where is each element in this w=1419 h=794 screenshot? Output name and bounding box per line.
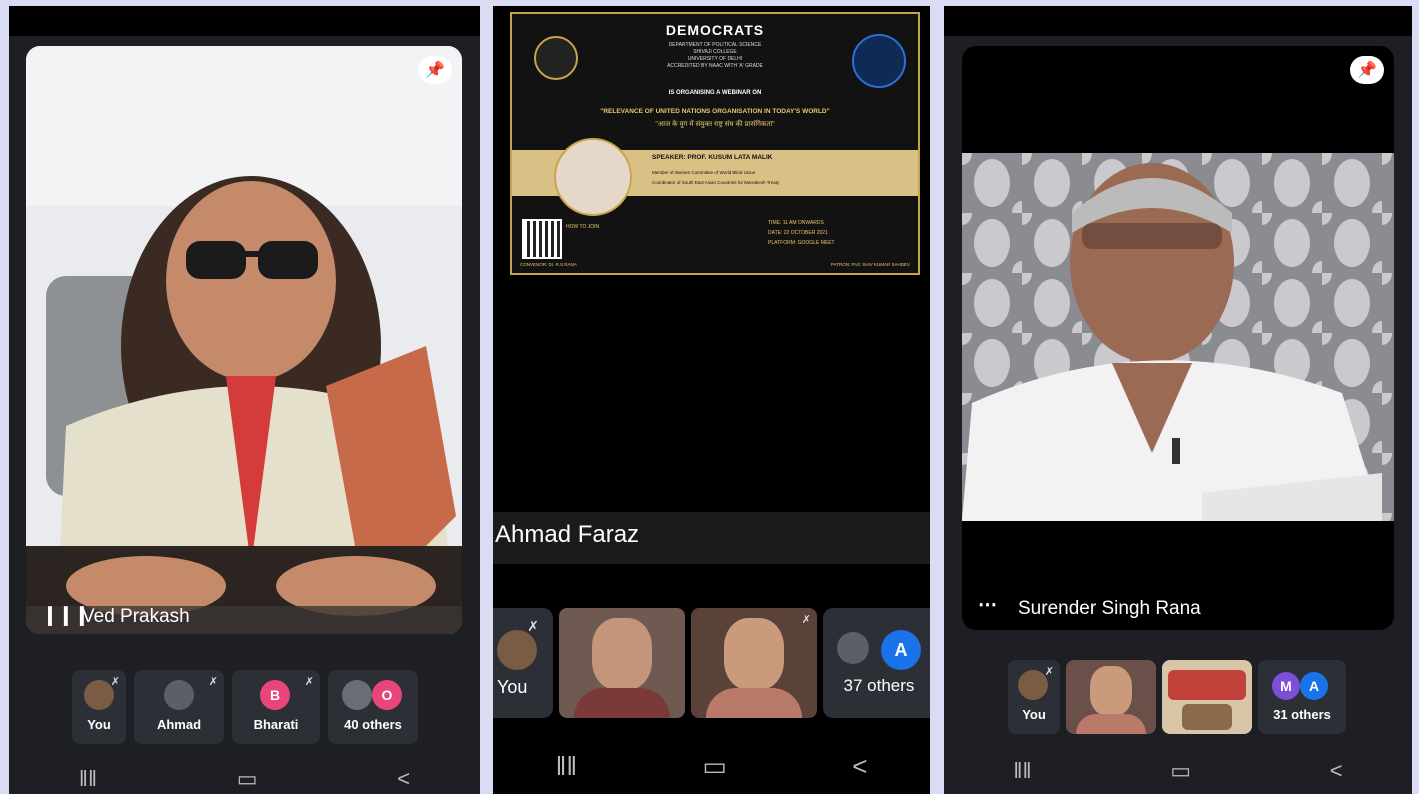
mic-off-icon: ✗: [527, 618, 539, 634]
participant-label: You: [1022, 707, 1046, 722]
mic-off-icon: ✗: [1044, 666, 1054, 678]
system-nav-bar: ‖‖ ▭ <: [944, 758, 1412, 784]
home-icon[interactable]: ▭: [237, 766, 258, 792]
poster-time: TIME: 11 AM ONWARDS: [768, 220, 824, 226]
mic-off-icon: ✗: [304, 676, 314, 688]
speaker-name: Ved Prakash: [82, 606, 190, 627]
system-nav-bar: ‖‖ ▭ <: [9, 766, 480, 792]
avatar: [342, 680, 372, 710]
system-nav-bar: ‖‖ ▭ <: [493, 751, 930, 782]
recents-icon[interactable]: ‖‖: [556, 751, 577, 782]
video-content: [1182, 704, 1232, 730]
avatar-initial: O: [372, 680, 402, 710]
poster-org-line: SHIVAJI COLLEGE: [693, 49, 737, 55]
back-icon[interactable]: <: [852, 751, 867, 782]
avatar: [164, 680, 194, 710]
status-bar: [944, 6, 1412, 36]
back-icon[interactable]: <: [1330, 758, 1343, 784]
poster-title: DEMOCRATS: [665, 22, 765, 38]
poster-date: DATE: 22 OCTOBER 2021: [768, 230, 828, 236]
speaker-video-tile[interactable]: 📌 ⋯ Surender Singh Rana: [962, 46, 1394, 630]
participant-label: 31 others: [1273, 707, 1331, 722]
participant-face: [1090, 666, 1132, 716]
poster-speaker-point: Member of Women Committee of World Blind…: [652, 170, 756, 175]
mic-off-icon: ✗: [110, 676, 120, 688]
participant-face: [724, 618, 784, 690]
poster-patron: PATRON: Prof. SHIV KUMAR SAHDEV: [830, 262, 910, 267]
participant-video-tile[interactable]: [1162, 660, 1252, 734]
avatar: [1018, 670, 1048, 700]
home-icon[interactable]: ▭: [1170, 758, 1191, 784]
avatar-initial: A: [1300, 672, 1328, 700]
participant-video-tile[interactable]: [559, 608, 685, 718]
poster-org-line: DEPARTMENT OF POLITICAL SCIENCE: [668, 42, 762, 48]
participant-strip: ✗ You M A 31 others: [1008, 660, 1346, 734]
participant-body: [1076, 714, 1146, 734]
participant-tile-others[interactable]: O 40 others: [328, 670, 418, 744]
phone-screen-3: 📌 ⋯ Surender Singh Rana ✗ You M A 31 oth…: [944, 6, 1412, 794]
back-icon[interactable]: <: [397, 766, 410, 792]
poster-topic-hindi: "आज के युग में संयुक्त राष्ट्र संघ की प्…: [655, 121, 775, 128]
avatar: [837, 632, 869, 664]
participant-face: [592, 618, 652, 690]
poster-convenor: CONVENOR: Dr. R.S.RANA: [520, 262, 577, 267]
participant-strip: ✗ You ✗ Ahmad B ✗ Bharati O 40 others: [72, 670, 418, 744]
poster-organising: IS ORGANISING A WEBINAR ON: [668, 90, 762, 96]
pin-icon[interactable]: 📌: [1350, 56, 1384, 84]
video-content: [1168, 670, 1246, 700]
speaker-photo: [554, 138, 632, 216]
home-icon[interactable]: ▭: [702, 751, 727, 782]
participant-strip: ✗ You ✗ A 37 others: [493, 608, 930, 718]
participant-tile-you[interactable]: ✗ You: [1008, 660, 1060, 734]
participant-tile-bharati[interactable]: B ✗ Bharati: [232, 670, 320, 744]
avatar-initial: A: [881, 630, 921, 670]
poster-join: HOW TO JOIN: [566, 224, 600, 230]
mic-off-icon: ✗: [801, 614, 811, 626]
participant-tile-you[interactable]: ✗ You: [72, 670, 126, 744]
participant-label: 37 others: [843, 676, 915, 695]
qr-code: [522, 219, 562, 259]
participant-video-tile[interactable]: ✗: [691, 608, 817, 718]
speaker-video: [26, 46, 462, 634]
participant-tile-others[interactable]: M A 31 others: [1258, 660, 1346, 734]
participant-label: Bharati: [253, 717, 299, 732]
speaker-name: Surender Singh Rana: [1018, 598, 1201, 619]
poster-speaker-point: Coordinator of South East Asian Countrie…: [652, 180, 780, 185]
presenter-name: Ahmad Faraz: [495, 521, 640, 548]
speaker-video-tile[interactable]: 📌 ❙❙❙ Ved Prakash: [26, 46, 462, 634]
poster-org-line: ACCREDITED BY NAAC WITH 'A' GRADE: [667, 63, 763, 69]
participant-tile-others[interactable]: A 37 others: [823, 608, 930, 718]
poster-topic: "RELEVANCE OF UNITED NATIONS ORGANISATIO…: [600, 108, 830, 115]
avatar-initial: M: [1272, 672, 1300, 700]
speaker-video: [962, 153, 1394, 521]
recents-icon[interactable]: ‖‖: [79, 766, 97, 792]
participant-video-tile[interactable]: [1066, 660, 1156, 734]
participant-label: You: [497, 677, 528, 697]
avatar-initial: B: [260, 680, 290, 710]
more-dots-icon[interactable]: ⋯: [978, 594, 997, 617]
participant-label: You: [87, 717, 111, 732]
participant-tile-you[interactable]: ✗ You: [493, 608, 553, 718]
recents-icon[interactable]: ‖‖: [1013, 758, 1031, 784]
pin-icon[interactable]: 📌: [418, 56, 452, 84]
phone-screen-2: DEMOCRATS DEPARTMENT OF POLITICAL SCIENC…: [493, 6, 930, 794]
participant-tile-ahmad[interactable]: ✗ Ahmad: [134, 670, 224, 744]
poster-platform: PLATFORM: GOOGLE MEET: [768, 240, 835, 246]
poster-speaker: SPEAKER: PROF. KUSUM LATA MALIK: [652, 154, 773, 161]
shared-screen-poster: DEMOCRATS DEPARTMENT OF POLITICAL SCIENC…: [510, 12, 920, 275]
participant-label: 40 others: [344, 717, 402, 732]
mic-off-icon: ✗: [208, 676, 218, 688]
participant-label: Ahmad: [156, 717, 202, 732]
avatar: [497, 630, 537, 670]
status-bar: [9, 6, 480, 36]
participant-body: [706, 688, 802, 718]
participant-body: [574, 688, 670, 718]
phone-screen-1: 📌 ❙❙❙ Ved Prakash ✗ You ✗ Ahmad B ✗ Bhar…: [9, 6, 480, 794]
poster-org-line: UNIVERSITY OF DELHI: [687, 56, 743, 62]
avatar: [84, 680, 114, 710]
